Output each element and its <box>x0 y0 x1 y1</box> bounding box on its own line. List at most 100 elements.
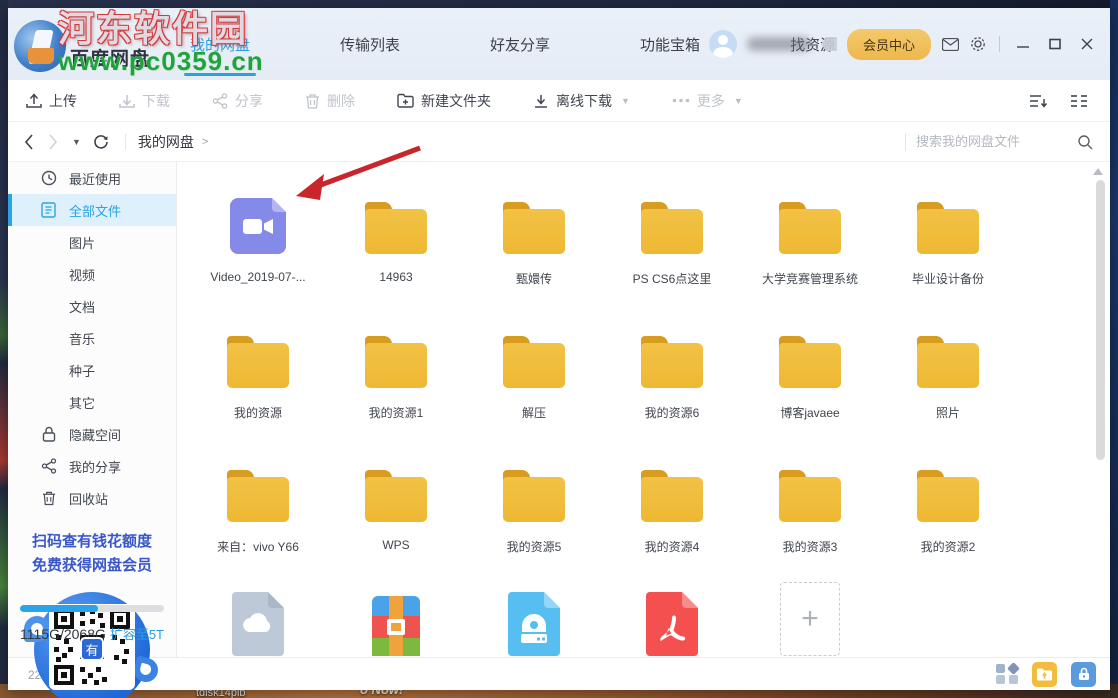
search-icon[interactable] <box>1076 133 1094 151</box>
sidebar-item-torrents[interactable]: 种子 <box>8 354 176 386</box>
file-item[interactable]: 我的资源4 <box>603 456 741 590</box>
sort-icon[interactable] <box>1030 92 1048 110</box>
refresh-button[interactable] <box>93 134 109 150</box>
more-button[interactable]: 更多▼ <box>672 91 743 111</box>
promo-line-1: 扫码查有钱花额度 <box>8 530 176 554</box>
apps-grid-icon[interactable] <box>996 663 1018 685</box>
app-title: 百度网盘 <box>70 44 150 71</box>
file-label: 我的资源4 <box>645 538 700 555</box>
file-item[interactable] <box>327 590 465 657</box>
file-item[interactable]: Video_2019-07-... <box>189 188 327 322</box>
file-label: 大学竞赛管理系统 <box>762 270 858 287</box>
offline-download-icon <box>533 93 549 109</box>
ellipsis-icon <box>672 98 690 103</box>
scrollbar-up-arrow[interactable] <box>1093 168 1103 175</box>
file-item[interactable]: 我的资源3 <box>741 456 879 590</box>
backup-folder-icon[interactable] <box>1032 662 1057 687</box>
sidebar-item-documents[interactable]: 文档 <box>8 290 176 322</box>
maximize-button[interactable] <box>1044 33 1066 55</box>
folder-icon <box>365 470 427 522</box>
file-label: PS CS6点这里 <box>633 270 712 287</box>
file-label: 我的资源6 <box>645 404 700 421</box>
file-item[interactable]: 我的资源1 <box>327 322 465 456</box>
lock-space-icon[interactable] <box>1071 662 1096 687</box>
folder-icon <box>503 202 565 254</box>
file-item[interactable]: PS CS6点这里 <box>603 188 741 322</box>
folder-icon <box>503 336 565 388</box>
baidu-netdisk-logo <box>14 20 66 72</box>
expand-storage-link[interactable]: 扩容至5T <box>110 624 164 643</box>
file-item[interactable]: 14963 <box>327 188 465 322</box>
chevron-down-icon: ▼ <box>621 96 630 106</box>
download-button[interactable]: 下载 <box>119 91 170 111</box>
sidebar-item-all-files[interactable]: 全部文件 <box>8 194 176 226</box>
close-button[interactable] <box>1076 33 1098 55</box>
forward-button[interactable] <box>48 134 58 150</box>
breadcrumb[interactable]: 我的网盘 <box>138 132 194 152</box>
tab-friend-share[interactable]: 好友分享 <box>476 8 564 80</box>
sidebar-item-recycle-bin[interactable]: 回收站 <box>8 482 176 514</box>
list-view-icon[interactable] <box>1070 92 1088 110</box>
offline-download-button[interactable]: 离线下载▼ <box>533 91 630 111</box>
sidebar-item-others[interactable]: 其它 <box>8 386 176 418</box>
sidebar-item-hidden-space[interactable]: 隐藏空间 <box>8 418 176 450</box>
file-label: 14963 <box>379 270 412 284</box>
folder-icon <box>917 336 979 388</box>
file-item[interactable]: 我的资源6 <box>603 322 741 456</box>
file-list-area: Video_2019-07-... 14963 甄嬛传 PS CS6点这里 大学竞赛管理… <box>177 162 1110 657</box>
file-item[interactable]: 毕业设计备份 <box>879 188 1017 322</box>
file-item[interactable]: 博客javaee <box>741 322 879 456</box>
file-item[interactable]: 解压 <box>465 322 603 456</box>
file-item[interactable] <box>603 590 741 657</box>
tab-toolbox[interactable]: 功能宝箱 <box>626 8 714 80</box>
title-bar: 百度网盘 我的网盘传输列表好友分享功能宝箱找资源 会员中心 <box>8 8 1110 80</box>
folder-icon <box>779 336 841 388</box>
vip-center-button[interactable]: 会员中心 <box>847 29 931 60</box>
minimize-button[interactable] <box>1012 33 1034 55</box>
mail-icon[interactable] <box>941 35 959 53</box>
search-divider <box>905 133 906 151</box>
sidebar-item-recent[interactable]: 最近使用 <box>8 162 176 194</box>
search-area <box>905 133 1094 151</box>
share-nodes-icon <box>40 458 57 475</box>
upload-button[interactable]: 上传 <box>26 91 77 111</box>
file-item[interactable]: 我的资源 <box>189 322 327 456</box>
share-button[interactable]: 分享 <box>212 91 263 111</box>
new-folder-button[interactable]: 新建文件夹 <box>397 91 491 111</box>
file-item[interactable]: 大学竞赛管理系统 <box>741 188 879 322</box>
add-file-button[interactable]: + <box>741 590 879 657</box>
desktop-edge-left <box>0 0 8 698</box>
scrollbar-thumb[interactable] <box>1096 180 1105 460</box>
tab-transfer-list[interactable]: 传输列表 <box>326 8 414 80</box>
file-label: 博客javaee <box>780 404 839 421</box>
avatar[interactable] <box>709 30 737 58</box>
desktop-edge-top <box>0 0 1118 8</box>
file-item[interactable]: WPS <box>327 456 465 590</box>
file-item[interactable] <box>465 590 603 657</box>
file-item[interactable]: 来自：vivo Y66 <box>189 456 327 590</box>
lock-icon <box>40 426 57 443</box>
file-item[interactable]: 甄嬛传 <box>465 188 603 322</box>
toolbar-view-controls <box>1030 92 1110 110</box>
gear-icon[interactable] <box>969 35 987 53</box>
header-divider <box>999 36 1000 52</box>
file-item[interactable]: 照片 <box>879 322 1017 456</box>
chevron-down-icon: ▼ <box>734 96 743 106</box>
file-item[interactable]: 我的资源2 <box>879 456 1017 590</box>
tab-my-drive[interactable]: 我的网盘 <box>176 8 264 80</box>
file-item[interactable]: 我的资源5 <box>465 456 603 590</box>
sidebar-item-my-shares[interactable]: 我的分享 <box>8 450 176 482</box>
file-item[interactable] <box>189 590 327 657</box>
sidebar-item-pictures[interactable]: 图片 <box>8 226 176 258</box>
promo-text: 扫码查有钱花额度 免费获得网盘会员 <box>8 530 176 578</box>
back-button[interactable] <box>24 134 34 150</box>
search-input[interactable] <box>916 134 1066 149</box>
delete-button[interactable]: 删除 <box>305 91 355 111</box>
download-icon <box>119 93 135 109</box>
file-label: 我的资源1 <box>369 404 424 421</box>
sidebar-item-videos[interactable]: 视频 <box>8 258 176 290</box>
file-list-icon <box>40 202 57 219</box>
history-dropdown-icon[interactable]: ▼ <box>72 137 81 147</box>
sidebar-item-music[interactable]: 音乐 <box>8 322 176 354</box>
rar-file-icon <box>372 596 420 656</box>
